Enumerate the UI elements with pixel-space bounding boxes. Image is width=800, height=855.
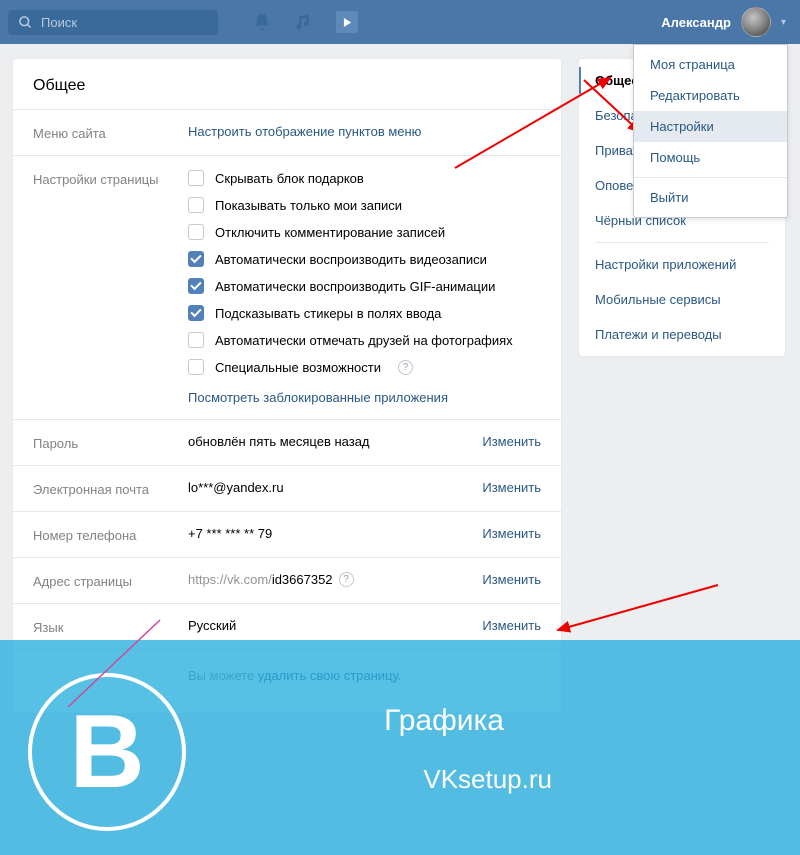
panel-title: Общее bbox=[13, 59, 561, 110]
sidebar-item-mobile[interactable]: Мобильные сервисы bbox=[579, 282, 785, 317]
watermark-line2: VKsetup.ru bbox=[423, 764, 552, 795]
video-icon[interactable] bbox=[336, 11, 358, 33]
watermark-letter: В bbox=[69, 700, 144, 804]
email-change[interactable]: Изменить bbox=[482, 480, 541, 495]
checkbox-row-6[interactable]: Автоматически отмечать друзей на фотогра… bbox=[188, 332, 541, 348]
checkbox-row-7[interactable]: Специальные возможности? bbox=[188, 359, 541, 375]
checkbox-icon bbox=[188, 359, 204, 375]
password-change[interactable]: Изменить bbox=[482, 434, 541, 449]
checkbox-row-5[interactable]: Подсказывать стикеры в полях ввода bbox=[188, 305, 541, 321]
checkbox-row-0[interactable]: Скрывать блок подарков bbox=[188, 170, 541, 186]
password-value: обновлён пять месяцев назад bbox=[188, 434, 467, 449]
bell-icon[interactable] bbox=[252, 12, 272, 32]
avatar bbox=[741, 7, 771, 37]
checkbox-row-1[interactable]: Показывать только мои записи bbox=[188, 197, 541, 213]
phone-value: +7 *** *** ** 79 bbox=[188, 526, 467, 541]
site-menu-label: Меню сайта bbox=[33, 124, 188, 141]
checkbox-label: Специальные возможности bbox=[215, 360, 381, 375]
user-dropdown: Моя страница Редактировать Настройки Пом… bbox=[633, 44, 788, 218]
section-site-menu: Меню сайта Настроить отображение пунктов… bbox=[13, 110, 561, 156]
checkbox-icon bbox=[188, 170, 204, 186]
section-lang: Язык Русский Изменить bbox=[13, 604, 561, 650]
help-icon[interactable]: ? bbox=[339, 572, 354, 587]
phone-label: Номер телефона bbox=[33, 526, 188, 543]
sidebar-item-apps[interactable]: Настройки приложений bbox=[579, 247, 785, 282]
search-container[interactable] bbox=[8, 10, 218, 35]
topbar: Александр ▾ bbox=[0, 0, 800, 44]
help-icon[interactable]: ? bbox=[398, 360, 413, 375]
checkbox-icon bbox=[188, 197, 204, 213]
checkbox-label: Автоматически отмечать друзей на фотогра… bbox=[215, 333, 513, 348]
settings-panel: Общее Меню сайта Настроить отображение п… bbox=[12, 58, 562, 714]
search-input[interactable] bbox=[41, 15, 208, 30]
section-page-settings: Настройки страницы Скрывать блок подарко… bbox=[13, 156, 561, 420]
address-change[interactable]: Изменить bbox=[482, 572, 541, 587]
dd-edit[interactable]: Редактировать bbox=[634, 80, 787, 111]
checkbox-icon bbox=[188, 332, 204, 348]
chevron-down-icon: ▾ bbox=[781, 17, 786, 28]
checkbox-label: Автоматически воспроизводить GIF-анимаци… bbox=[215, 279, 495, 294]
blocked-apps-link[interactable]: Посмотреть заблокированные приложения bbox=[188, 390, 541, 405]
section-password: Пароль обновлён пять месяцев назад Измен… bbox=[13, 420, 561, 466]
section-email: Электронная почта lo***@yandex.ru Измени… bbox=[13, 466, 561, 512]
checkbox-label: Показывать только мои записи bbox=[215, 198, 402, 213]
delete-page-link[interactable]: удалить свою страницу. bbox=[258, 668, 402, 683]
lang-label: Язык bbox=[33, 618, 188, 635]
checkbox-icon bbox=[188, 224, 204, 240]
checkbox-label: Подсказывать стикеры в полях ввода bbox=[215, 306, 441, 321]
email-value: lo***@yandex.ru bbox=[188, 480, 467, 495]
password-label: Пароль bbox=[33, 434, 188, 451]
checkbox-row-2[interactable]: Отключить комментирование записей bbox=[188, 224, 541, 240]
phone-change[interactable]: Изменить bbox=[482, 526, 541, 541]
checkbox-row-4[interactable]: Автоматически воспроизводить GIF-анимаци… bbox=[188, 278, 541, 294]
user-menu-trigger[interactable]: Александр ▾ bbox=[643, 0, 800, 44]
checkbox-icon bbox=[188, 305, 204, 321]
lang-change[interactable]: Изменить bbox=[482, 618, 541, 633]
address-prefix: https://vk.com/ bbox=[188, 572, 272, 587]
address-value-row: https://vk.com/id3667352 ? bbox=[188, 572, 467, 587]
checkbox-icon bbox=[188, 251, 204, 267]
search-icon bbox=[18, 15, 33, 30]
topbar-icons bbox=[252, 11, 358, 33]
dd-help[interactable]: Помощь bbox=[634, 142, 787, 173]
delete-footnote: Вы можете удалить свою страницу. bbox=[13, 650, 561, 713]
music-icon[interactable] bbox=[294, 12, 314, 32]
sidebar-item-payments[interactable]: Платежи и переводы bbox=[579, 317, 785, 352]
user-name: Александр bbox=[661, 15, 731, 30]
lang-value: Русский bbox=[188, 618, 467, 633]
checkbox-label: Скрывать блок подарков bbox=[215, 171, 364, 186]
dd-separator bbox=[634, 177, 787, 178]
sidebar-separator bbox=[595, 242, 769, 243]
checkbox-label: Отключить комментирование записей bbox=[215, 225, 445, 240]
checkbox-row-3[interactable]: Автоматически воспроизводить видеозаписи bbox=[188, 251, 541, 267]
checkbox-icon bbox=[188, 278, 204, 294]
dd-my-page[interactable]: Моя страница bbox=[634, 49, 787, 80]
address-id: id3667352 bbox=[272, 572, 333, 587]
address-label: Адрес страницы bbox=[33, 572, 188, 589]
email-label: Электронная почта bbox=[33, 480, 188, 497]
checkbox-label: Автоматически воспроизводить видеозаписи bbox=[215, 252, 487, 267]
delete-prefix: Вы можете bbox=[188, 668, 258, 683]
section-address: Адрес страницы https://vk.com/id3667352 … bbox=[13, 558, 561, 604]
dd-logout[interactable]: Выйти bbox=[634, 182, 787, 213]
section-phone: Номер телефона +7 *** *** ** 79 Изменить bbox=[13, 512, 561, 558]
menu-configure-link[interactable]: Настроить отображение пунктов меню bbox=[188, 124, 541, 139]
page-settings-label: Настройки страницы bbox=[33, 170, 188, 405]
dd-settings[interactable]: Настройки bbox=[634, 111, 787, 142]
